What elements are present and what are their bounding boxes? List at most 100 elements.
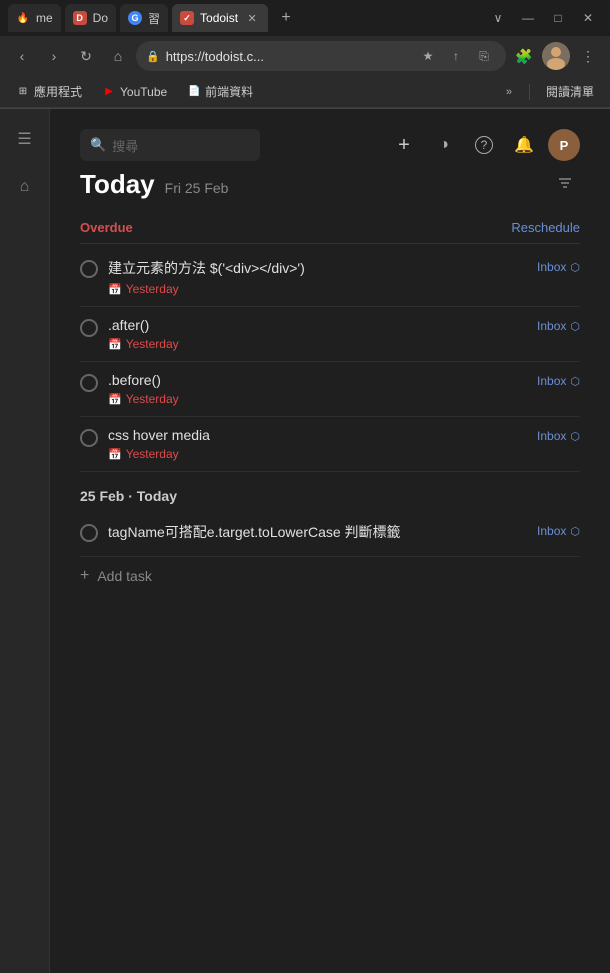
page-title: Today <box>80 169 155 200</box>
task-right: Inbox ⬡ <box>537 429 580 443</box>
task-row[interactable]: .before() 📅 Yesterday Inbox ⬡ <box>80 362 580 417</box>
window-controls: ∨ — □ ✕ <box>484 4 602 32</box>
theme-toggle-button[interactable]: ◑ <box>428 129 460 161</box>
tab-do[interactable]: D Do <box>65 4 116 32</box>
bookmarks-overflow: » 閱讀清單 <box>497 80 602 104</box>
bell-icon: 🔔 <box>514 135 534 155</box>
add-task-row[interactable]: + Add task <box>80 557 580 595</box>
copy-button[interactable]: ⎘ <box>472 44 496 68</box>
task-row[interactable]: 建立元素的方法 $('<div></div>') 📅 Yesterday Inb… <box>80 248 580 307</box>
help-icon: ? <box>475 136 493 154</box>
theme-icon: ◑ <box>439 136 449 154</box>
task-row[interactable]: .after() 📅 Yesterday Inbox ⬡ <box>80 307 580 362</box>
tab-title-todoist: Todoist <box>200 11 238 25</box>
task-meta: 📅 Yesterday <box>108 337 527 351</box>
bookmark-star-button[interactable]: ★ <box>416 44 440 68</box>
help-button[interactable]: ? <box>468 129 500 161</box>
bookmark-frontend-label: 前端資料 <box>205 83 253 100</box>
tab-title-do: Do <box>93 11 108 25</box>
task-row[interactable]: css hover media 📅 Yesterday Inbox ⬡ <box>80 417 580 472</box>
task-right: Inbox ⬡ <box>537 319 580 333</box>
task-content: css hover media 📅 Yesterday <box>108 427 527 461</box>
task-right: Inbox ⬡ <box>537 524 580 538</box>
task-meta: 📅 Yesterday <box>108 282 527 296</box>
task-right: Inbox ⬡ <box>537 260 580 274</box>
task-date: Yesterday <box>126 447 179 461</box>
tab-title-g: 習 <box>148 10 160 27</box>
user-avatar-button[interactable]: P <box>548 129 580 161</box>
bookmark-youtube[interactable]: ▶ YouTube <box>94 83 175 101</box>
task-title: .before() <box>108 372 527 388</box>
date-section-title: 25 Feb · Today <box>80 488 177 504</box>
notifications-button[interactable]: 🔔 <box>508 129 540 161</box>
search-bar[interactable]: 🔍 搜尋 <box>80 129 260 161</box>
nav-home-button[interactable]: ⌂ <box>104 42 132 70</box>
share-button[interactable]: ↑ <box>444 44 468 68</box>
bookmark-apps[interactable]: ⊞ 應用程式 <box>8 81 90 102</box>
task-checkbox[interactable] <box>80 260 98 278</box>
youtube-icon: ▶ <box>102 85 116 99</box>
add-task-quick-button[interactable]: + <box>388 129 420 161</box>
reader-list-button[interactable]: 閱讀清單 <box>538 81 602 102</box>
task-checkbox[interactable] <box>80 319 98 337</box>
reschedule-button[interactable]: Reschedule <box>511 220 580 235</box>
main-content: 🔍 搜尋 + ◑ ? 🔔 P <box>50 109 610 973</box>
inbox-label[interactable]: Inbox <box>537 524 566 538</box>
tab-add-button[interactable]: + <box>272 4 300 32</box>
tab-bar: 🔥 me D Do G 習 ✓ Todoist ✕ + ∨ — □ ✕ <box>0 0 610 36</box>
task-content: .after() 📅 Yesterday <box>108 317 527 351</box>
task-meta: 📅 Yesterday <box>108 392 527 406</box>
window-close[interactable]: ✕ <box>574 4 602 32</box>
bookmark-frontend[interactable]: 📄 前端資料 <box>179 81 261 102</box>
task-checkbox[interactable] <box>80 429 98 447</box>
tab-close-todoist[interactable]: ✕ <box>244 10 260 26</box>
task-checkbox[interactable] <box>80 524 98 542</box>
tab-me[interactable]: 🔥 me <box>8 4 61 32</box>
task-content: .before() 📅 Yesterday <box>108 372 527 406</box>
task-content: 建立元素的方法 $('<div></div>') 📅 Yesterday <box>108 258 527 296</box>
inbox-icon: ⬡ <box>570 320 580 333</box>
bookmarks-more-button[interactable]: » <box>497 80 521 104</box>
tab-favicon-me: 🔥 <box>16 11 30 25</box>
bookmarks-bar: ⊞ 應用程式 ▶ YouTube 📄 前端資料 » 閱讀清單 <box>0 76 610 108</box>
task-title: 建立元素的方法 $('<div></div>') <box>108 258 527 278</box>
tab-g[interactable]: G 習 <box>120 4 168 32</box>
task-date: Yesterday <box>126 392 179 406</box>
window-minimize2[interactable]: — <box>514 4 542 32</box>
calendar-icon: 📅 <box>108 393 122 406</box>
sidebar-menu-button[interactable]: ☰ <box>7 121 43 157</box>
task-row[interactable]: tagName可搭配e.target.toLowerCase 判斷標籤 Inbo… <box>80 512 580 557</box>
calendar-icon: 📅 <box>108 448 122 461</box>
nav-reload-button[interactable]: ↻ <box>72 42 100 70</box>
browser-chrome: 🔥 me D Do G 習 ✓ Todoist ✕ + ∨ — □ ✕ ‹ <box>0 0 610 109</box>
today-date: Fri 25 Feb <box>165 180 229 196</box>
inbox-label[interactable]: Inbox <box>537 429 566 443</box>
window-maximize[interactable]: □ <box>544 4 572 32</box>
bookmark-apps-label: 應用程式 <box>34 83 82 100</box>
extensions-puzzle-button[interactable]: 🧩 <box>510 42 538 70</box>
window-minimize[interactable]: ∨ <box>484 4 512 32</box>
ssl-lock-icon: 🔒 <box>146 50 160 63</box>
nav-right-actions: 🧩 ⋮ <box>510 42 602 70</box>
inbox-label[interactable]: Inbox <box>537 260 566 274</box>
filter-sort-button[interactable] <box>550 170 580 200</box>
sidebar-home-button[interactable]: ⌂ <box>7 169 43 205</box>
add-task-plus-icon: + <box>80 567 89 585</box>
tab-favicon-todoist: ✓ <box>180 11 194 25</box>
task-checkbox[interactable] <box>80 374 98 392</box>
profile-avatar[interactable] <box>542 42 570 70</box>
avatar-initial: P <box>560 138 569 153</box>
chrome-menu-button[interactable]: ⋮ <box>574 42 602 70</box>
task-date: Yesterday <box>126 282 179 296</box>
inbox-label[interactable]: Inbox <box>537 319 566 333</box>
tab-todoist[interactable]: ✓ Todoist ✕ <box>172 4 268 32</box>
address-bar[interactable]: 🔒 https://todoist.c... ★ ↑ ⎘ <box>136 41 506 71</box>
nav-forward-button[interactable]: › <box>40 42 68 70</box>
nav-back-button[interactable]: ‹ <box>8 42 36 70</box>
top-action-bar: 🔍 搜尋 + ◑ ? 🔔 P <box>80 129 580 161</box>
apps-grid-icon: ⊞ <box>16 85 30 99</box>
action-icons: + ◑ ? 🔔 P <box>388 129 580 161</box>
tab-favicon-do: D <box>73 11 87 25</box>
inbox-label[interactable]: Inbox <box>537 374 566 388</box>
divider <box>529 84 530 100</box>
